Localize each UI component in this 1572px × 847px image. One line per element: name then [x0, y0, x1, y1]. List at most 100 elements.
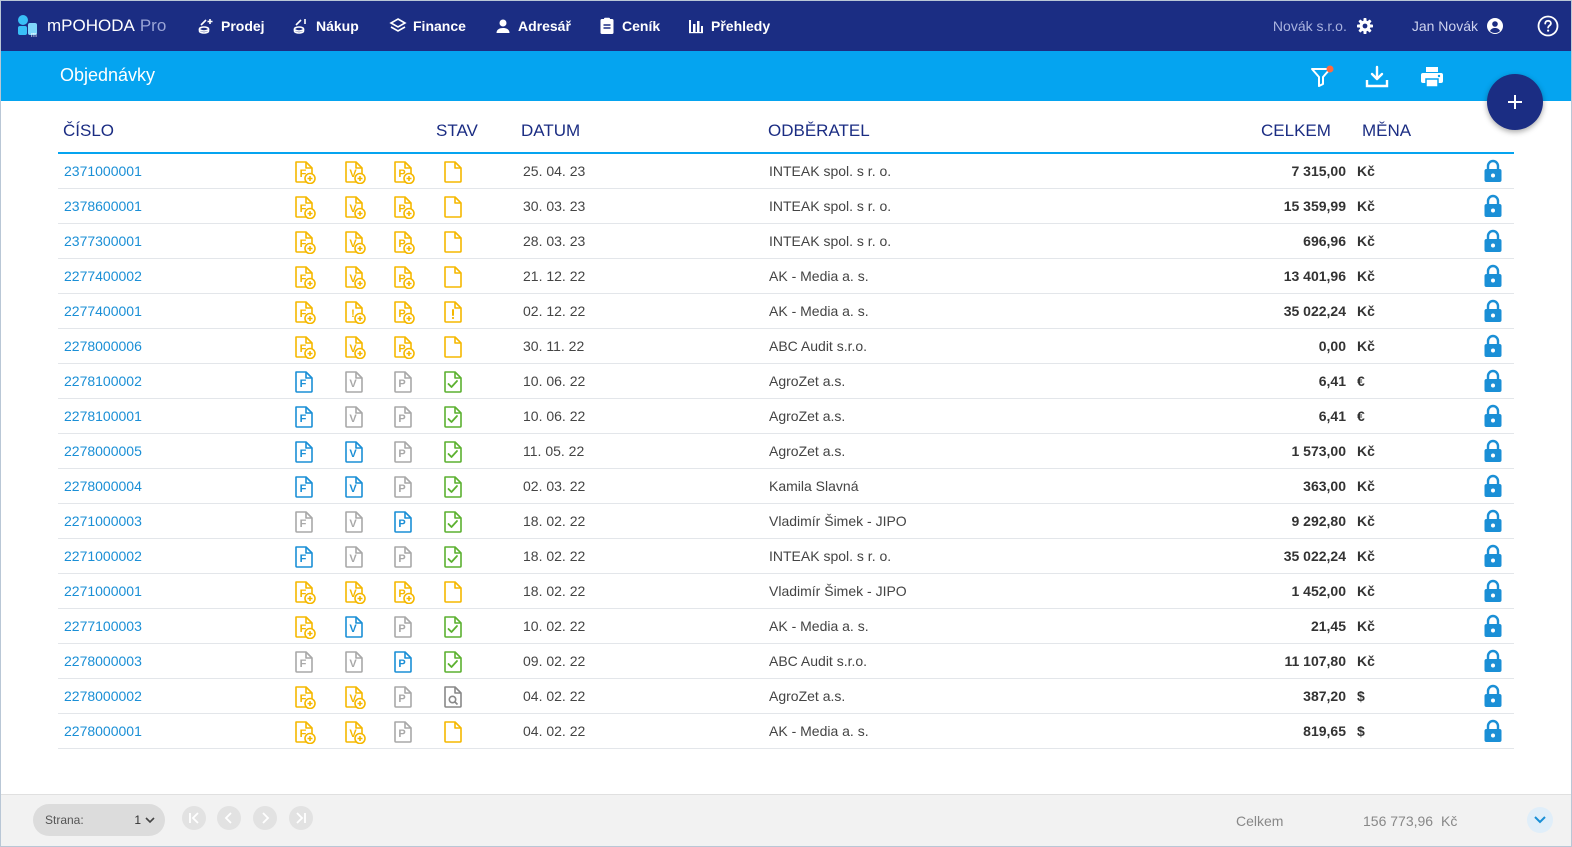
status-doc-icon[interactable]: [441, 615, 465, 639]
issued-doc-icon[interactable]: V: [342, 405, 366, 429]
table-row[interactable]: 2278000006 F V P 30. 11. 22 ABC Audit s.r.o. 0…: [58, 329, 1514, 364]
status-doc-icon[interactable]: [441, 685, 465, 709]
lock-icon[interactable]: [1483, 194, 1503, 218]
invoice-doc-icon[interactable]: F: [292, 195, 316, 219]
lock-icon[interactable]: [1483, 614, 1503, 638]
issued-doc-icon[interactable]: V: [342, 545, 366, 569]
nav-item-nakup[interactable]: Nákup: [292, 1, 359, 51]
table-row[interactable]: 2271000001 F V P 18. 02. 22 Vladimír Šimek - …: [58, 574, 1514, 609]
lock-icon[interactable]: [1483, 474, 1503, 498]
order-number-link[interactable]: 2278100001: [64, 399, 142, 433]
status-doc-icon[interactable]: [441, 160, 465, 184]
issued-doc-icon[interactable]: V: [342, 265, 366, 289]
issued-doc-icon[interactable]: V: [342, 685, 366, 709]
column-total[interactable]: CELKEM: [1261, 121, 1331, 141]
nav-item-prodej[interactable]: Prodej: [197, 1, 265, 51]
status-doc-icon[interactable]: [441, 545, 465, 569]
receipt-doc-icon[interactable]: P: [391, 335, 415, 359]
receipt-doc-icon[interactable]: P: [391, 440, 415, 464]
status-doc-icon[interactable]: [441, 510, 465, 534]
lock-icon[interactable]: [1483, 404, 1503, 428]
company-switcher[interactable]: Novák s.r.o.: [1273, 17, 1374, 35]
filter-icon[interactable]: [1309, 64, 1335, 90]
nav-item-finance[interactable]: Finance: [389, 1, 466, 51]
invoice-doc-icon[interactable]: F: [292, 300, 316, 324]
lock-icon[interactable]: [1483, 439, 1503, 463]
status-doc-icon[interactable]: [441, 405, 465, 429]
column-date[interactable]: DATUM: [521, 121, 580, 141]
column-status[interactable]: STAV: [436, 121, 478, 141]
order-number-link[interactable]: 2278100002: [64, 364, 142, 398]
order-number-link[interactable]: 2271000001: [64, 574, 142, 608]
receipt-doc-icon[interactable]: P: [391, 545, 415, 569]
previous-page-button[interactable]: [217, 806, 241, 830]
lock-icon[interactable]: [1483, 334, 1503, 358]
issued-doc-icon[interactable]: V: [342, 370, 366, 394]
next-page-button[interactable]: [253, 806, 277, 830]
status-doc-icon[interactable]: [441, 300, 465, 324]
lock-icon[interactable]: [1483, 159, 1503, 183]
lock-icon[interactable]: [1483, 299, 1503, 323]
brand[interactable]: m mPOHODA Pro: [15, 1, 166, 51]
status-doc-icon[interactable]: [441, 650, 465, 674]
receipt-doc-icon[interactable]: P: [391, 405, 415, 429]
issued-doc-icon[interactable]: V: [342, 615, 366, 639]
issued-doc-icon[interactable]: V: [342, 475, 366, 499]
receipt-doc-icon[interactable]: P: [391, 195, 415, 219]
status-doc-icon[interactable]: [441, 580, 465, 604]
invoice-doc-icon[interactable]: F: [292, 265, 316, 289]
table-row[interactable]: 2278000001 F V P 04. 02. 22 AK - Media a. s. 8…: [58, 714, 1514, 749]
lock-icon[interactable]: [1483, 264, 1503, 288]
order-number-link[interactable]: 2278000005: [64, 434, 142, 468]
download-icon[interactable]: [1364, 64, 1390, 90]
issued-doc-icon[interactable]: V: [342, 510, 366, 534]
status-doc-icon[interactable]: [441, 370, 465, 394]
order-number-link[interactable]: 2278000002: [64, 679, 142, 713]
receipt-doc-icon[interactable]: P: [391, 685, 415, 709]
order-number-link[interactable]: 2278000001: [64, 714, 142, 748]
invoice-doc-icon[interactable]: F: [292, 615, 316, 639]
expand-footer-button[interactable]: [1527, 807, 1553, 833]
lock-icon[interactable]: [1483, 369, 1503, 393]
issued-doc-icon[interactable]: V: [342, 160, 366, 184]
lock-icon[interactable]: [1483, 649, 1503, 673]
page-select[interactable]: Strana: 1: [33, 804, 165, 836]
order-number-link[interactable]: 2278000004: [64, 469, 142, 503]
invoice-doc-icon[interactable]: F: [292, 650, 316, 674]
order-number-link[interactable]: 2277100003: [64, 609, 142, 643]
order-number-link[interactable]: 2277400001: [64, 294, 142, 328]
invoice-doc-icon[interactable]: F: [292, 475, 316, 499]
receipt-doc-icon[interactable]: P: [391, 300, 415, 324]
add-order-button[interactable]: [1487, 74, 1543, 130]
status-doc-icon[interactable]: [441, 335, 465, 359]
issued-doc-icon[interactable]: V: [342, 580, 366, 604]
first-page-button[interactable]: [182, 806, 206, 830]
table-row[interactable]: 2278000005 F V P 11. 05. 22 AgroZet a.s. 1 573…: [58, 434, 1514, 469]
lock-icon[interactable]: [1483, 509, 1503, 533]
status-doc-icon[interactable]: [441, 440, 465, 464]
order-number-link[interactable]: 2378600001: [64, 189, 142, 223]
status-doc-icon[interactable]: [441, 265, 465, 289]
lock-icon[interactable]: [1483, 229, 1503, 253]
invoice-doc-icon[interactable]: F: [292, 335, 316, 359]
column-currency[interactable]: MĚNA: [1362, 121, 1411, 141]
invoice-doc-icon[interactable]: F: [292, 580, 316, 604]
table-row[interactable]: 2277400001 F! P 02. 12. 22 AK - Media a. s. 3…: [58, 294, 1514, 329]
user-menu[interactable]: Jan Novák: [1412, 17, 1504, 35]
invoice-doc-icon[interactable]: F: [292, 510, 316, 534]
issued-doc-icon[interactable]: V: [342, 440, 366, 464]
invoice-doc-icon[interactable]: F: [292, 440, 316, 464]
status-doc-icon[interactable]: [441, 720, 465, 744]
receipt-doc-icon[interactable]: P: [391, 160, 415, 184]
lock-icon[interactable]: [1483, 544, 1503, 568]
invoice-doc-icon[interactable]: F: [292, 370, 316, 394]
table-row[interactable]: 2377300001 F V P 28. 03. 23 INTEAK spol. s r.…: [58, 224, 1514, 259]
invoice-doc-icon[interactable]: F: [292, 160, 316, 184]
gear-icon[interactable]: [1356, 17, 1374, 35]
table-row[interactable]: 2278100002 F V P 10. 06. 22 AgroZet a.s. 6,41 €: [58, 364, 1514, 399]
invoice-doc-icon[interactable]: F: [292, 685, 316, 709]
receipt-doc-icon[interactable]: P: [391, 230, 415, 254]
table-row[interactable]: 2277400002 F V P 21. 12. 22 AK - Media a. s. 1…: [58, 259, 1514, 294]
status-doc-icon[interactable]: [441, 195, 465, 219]
issued-doc-icon[interactable]: V: [342, 335, 366, 359]
